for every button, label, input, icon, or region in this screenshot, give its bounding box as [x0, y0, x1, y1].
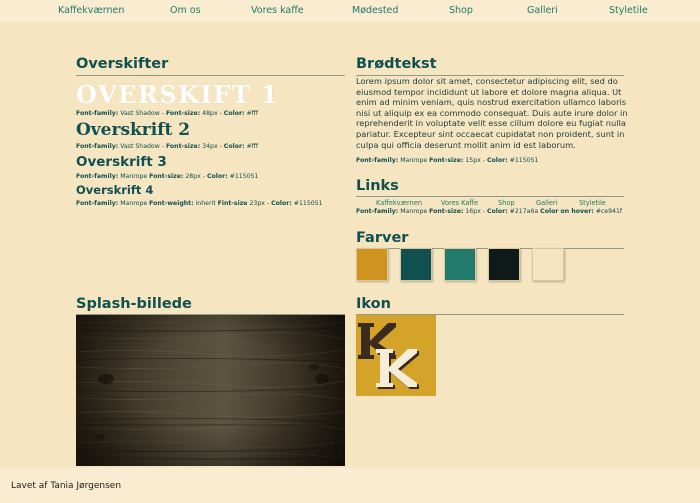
headings-section-title: Overskifter	[76, 56, 169, 72]
links-spec-family: Manrope	[398, 208, 430, 215]
color-swatch-dark-teal	[400, 248, 432, 281]
colors-section-title: Farver	[356, 230, 409, 246]
nav-link-moedested[interactable]: Mødested	[352, 5, 398, 16]
h4-spec-size-label: Fint-size	[217, 200, 248, 207]
link-sample-vores-kaffe[interactable]: Vores Kaffe	[441, 199, 478, 207]
color-swatch-near-black	[488, 248, 520, 281]
h2-sample: Overskrift 2	[76, 120, 191, 140]
body-text-paragraph: Lorem ipsum dolor sit amet, consectetur …	[356, 76, 628, 150]
body-spec-family-label: Font-family:	[356, 157, 399, 164]
icon-section-title: Ikon	[356, 296, 391, 312]
nav-link-shop[interactable]: Shop	[449, 5, 473, 16]
kk-logo-graphic: K	[356, 315, 436, 396]
h3-spec-color: #115051	[227, 173, 259, 180]
h4-sample: Overskrift 4	[76, 183, 154, 197]
splash-section-title: Splash-billede	[76, 296, 192, 312]
h1-spec-family-label: Font-family:	[76, 110, 119, 117]
splash-image	[76, 315, 345, 466]
h4-spec-family: Manrope	[118, 200, 150, 207]
link-sample-galleri[interactable]: Galleri	[536, 199, 557, 207]
h3-spec: Font-family: Manrope Font-size: 28px - C…	[76, 173, 258, 180]
nav-link-vores-kaffe[interactable]: Vores kaffe	[251, 5, 304, 16]
top-nav: Kaffekværnen Om os Vores kaffe Mødested …	[0, 0, 700, 22]
h3-spec-family: Manrope	[118, 173, 150, 180]
h4-spec-color-label: Color:	[271, 200, 292, 207]
h3-sample: Overskrift 3	[76, 154, 167, 170]
links-spec-size: 16px -	[463, 208, 487, 215]
h2-spec-size: 34px -	[200, 143, 224, 150]
h2-spec-color-label: Color:	[223, 143, 245, 150]
h3-spec-family-label: Font-family:	[76, 173, 119, 180]
h1-spec-size: 48px -	[200, 110, 224, 117]
body-text-section-title: Brødtekst	[356, 56, 437, 72]
h4-spec-family-label: Font-family:	[76, 200, 119, 207]
h1-spec-size-label: Font-size:	[165, 110, 201, 117]
kk-logo-letter-back: K	[361, 358, 362, 360]
h1-sample: OVERSKIFT 1	[76, 80, 280, 109]
body-text-spec: Font-family: Manrope Font-size: 15px - C…	[356, 157, 538, 164]
color-swatch-gold	[356, 248, 388, 281]
footer: Lavet af Tania Jørgensen	[0, 468, 700, 503]
h1-spec-color: #fff	[244, 110, 259, 117]
h2-spec-family-label: Font-family:	[76, 143, 119, 150]
links-spec-hover-label: Color on hover:	[540, 208, 594, 215]
body-spec-size: 15px -	[463, 157, 487, 164]
kk-logo-icon: K	[356, 315, 436, 396]
h4-spec-weight-label: Font-weight:	[149, 200, 194, 207]
h3-spec-color-label: Color:	[207, 173, 228, 180]
headings-divider	[76, 75, 345, 76]
link-sample-styletile[interactable]: Styletile	[579, 199, 606, 207]
h2-spec-size-label: Font-size:	[165, 143, 201, 150]
body-spec-color-label: Color:	[487, 157, 508, 164]
links-section-title: Links	[356, 178, 399, 194]
link-sample-shop[interactable]: Shop	[498, 199, 515, 207]
h4-spec: Font-family: Manrope Font-weight: inheri…	[76, 200, 323, 207]
h3-spec-size: 28px -	[183, 173, 207, 180]
h4-spec-weight: inherit	[193, 200, 218, 207]
h4-spec-color: #115051	[291, 200, 323, 207]
footer-credit: Lavet af Tania Jørgensen	[11, 481, 122, 491]
links-spec-size-label: Font-size:	[429, 208, 464, 215]
nav-link-kaffekvaernen[interactable]: Kaffekværnen	[58, 5, 124, 16]
h1-spec: Font-family: Vast Shadow - Font-size: 48…	[76, 110, 258, 117]
color-swatch-cream	[532, 248, 564, 281]
links-spec-family-label: Font-family:	[356, 208, 399, 215]
links-spec: Font-family: Manrope Font-size: 16px - C…	[356, 208, 622, 215]
body-spec-color: #115051	[507, 157, 539, 164]
links-spec-hover: #ce941f	[593, 208, 623, 215]
h4-spec-size: 23px -	[247, 200, 272, 207]
body-spec-size-label: Font-size:	[429, 157, 464, 164]
link-sample-kaffekvaernen[interactable]: Kaffekværnen	[376, 199, 422, 207]
h2-spec-color: #fff	[244, 143, 259, 150]
links-spec-color: #217a6a	[507, 208, 541, 215]
h2-spec: Font-family: Vast Shadow - Font-size: 34…	[76, 143, 258, 150]
color-swatch-green-teal	[444, 248, 476, 281]
nav-link-styletile[interactable]: Styletile	[609, 5, 648, 16]
h2-spec-family: Vast Shadow -	[118, 143, 166, 150]
h1-spec-family: Vast Shadow -	[118, 110, 166, 117]
h1-spec-color-label: Color:	[223, 110, 245, 117]
wood-texture-image	[76, 315, 345, 466]
nav-link-galleri[interactable]: Galleri	[527, 5, 558, 16]
links-spec-color-label: Color:	[487, 208, 508, 215]
h3-spec-size-label: Font-size:	[149, 173, 184, 180]
nav-link-om-os[interactable]: Om os	[170, 5, 201, 16]
links-divider	[356, 196, 624, 197]
body-spec-family: Manrope	[398, 157, 430, 164]
